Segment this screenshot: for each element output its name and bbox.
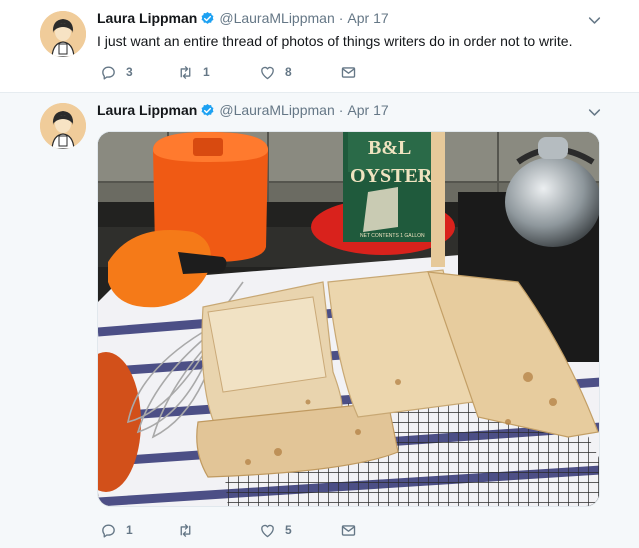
header-separator: ·	[338, 10, 344, 26]
like-button[interactable]: 8	[259, 63, 292, 81]
author-name[interactable]: Laura Lippman	[97, 9, 197, 27]
author-name[interactable]: Laura Lippman	[97, 101, 197, 119]
retweet-button[interactable]	[177, 521, 203, 539]
tweet-actions: 1 5	[97, 521, 377, 541]
tweet-header: Laura Lippman @LauraMLippman · Apr 17	[97, 9, 389, 27]
avatar[interactable]	[40, 11, 86, 57]
avatar-illustration	[40, 103, 86, 149]
retweet-icon	[180, 523, 191, 537]
heart-icon	[261, 524, 274, 537]
like-count: 8	[285, 65, 292, 79]
tin-label-top: B&L	[368, 137, 411, 159]
direct-message-button[interactable]	[340, 63, 357, 81]
tweet-date[interactable]: Apr 17	[347, 101, 388, 119]
verified-badge-icon	[200, 11, 215, 26]
tweet-1[interactable]: Laura Lippman @LauraMLippman · Apr 17 I …	[0, 0, 639, 92]
reply-button[interactable]: 1	[100, 521, 133, 539]
retweet-icon	[180, 65, 191, 79]
like-count: 5	[285, 523, 292, 537]
tin-label-brand: OYSTER	[350, 165, 433, 187]
avatar[interactable]	[40, 103, 86, 149]
header-separator: ·	[338, 102, 344, 118]
author-handle[interactable]: @LauraMLippman	[219, 101, 334, 119]
envelope-icon	[341, 66, 356, 78]
chevron-down-icon[interactable]	[587, 13, 601, 27]
reply-count: 1	[126, 523, 133, 537]
tweet-2[interactable]: Laura Lippman @LauraMLippman · Apr 17 B&…	[0, 92, 639, 548]
retweet-count: 1	[203, 65, 210, 79]
tweet-text: I just want an entire thread of photos o…	[97, 33, 573, 49]
tweet-actions: 3 1 8	[97, 63, 377, 83]
reply-icon	[102, 524, 115, 538]
avatar-illustration	[40, 11, 86, 57]
heart-icon	[261, 66, 274, 79]
direct-message-button[interactable]	[340, 521, 357, 539]
chevron-down-icon[interactable]	[587, 105, 601, 119]
tweet-date[interactable]: Apr 17	[347, 9, 388, 27]
like-button[interactable]: 5	[259, 521, 292, 539]
reply-count: 3	[126, 65, 133, 79]
verified-badge-icon	[200, 103, 215, 118]
tweet-header: Laura Lippman @LauraMLippman · Apr 17	[97, 101, 389, 119]
kitchen-flatbread-photo: B&L OYSTER NET CONTENTS 1 GALLON	[98, 132, 599, 506]
tin-label-bottom: NET CONTENTS 1 GALLON	[360, 233, 425, 239]
reply-button[interactable]: 3	[100, 63, 133, 81]
retweet-button[interactable]: 1	[177, 63, 210, 81]
envelope-icon	[341, 524, 356, 536]
reply-icon	[102, 66, 115, 80]
tweet-photo[interactable]: B&L OYSTER NET CONTENTS 1 GALLON	[97, 131, 600, 507]
author-handle[interactable]: @LauraMLippman	[219, 9, 334, 27]
